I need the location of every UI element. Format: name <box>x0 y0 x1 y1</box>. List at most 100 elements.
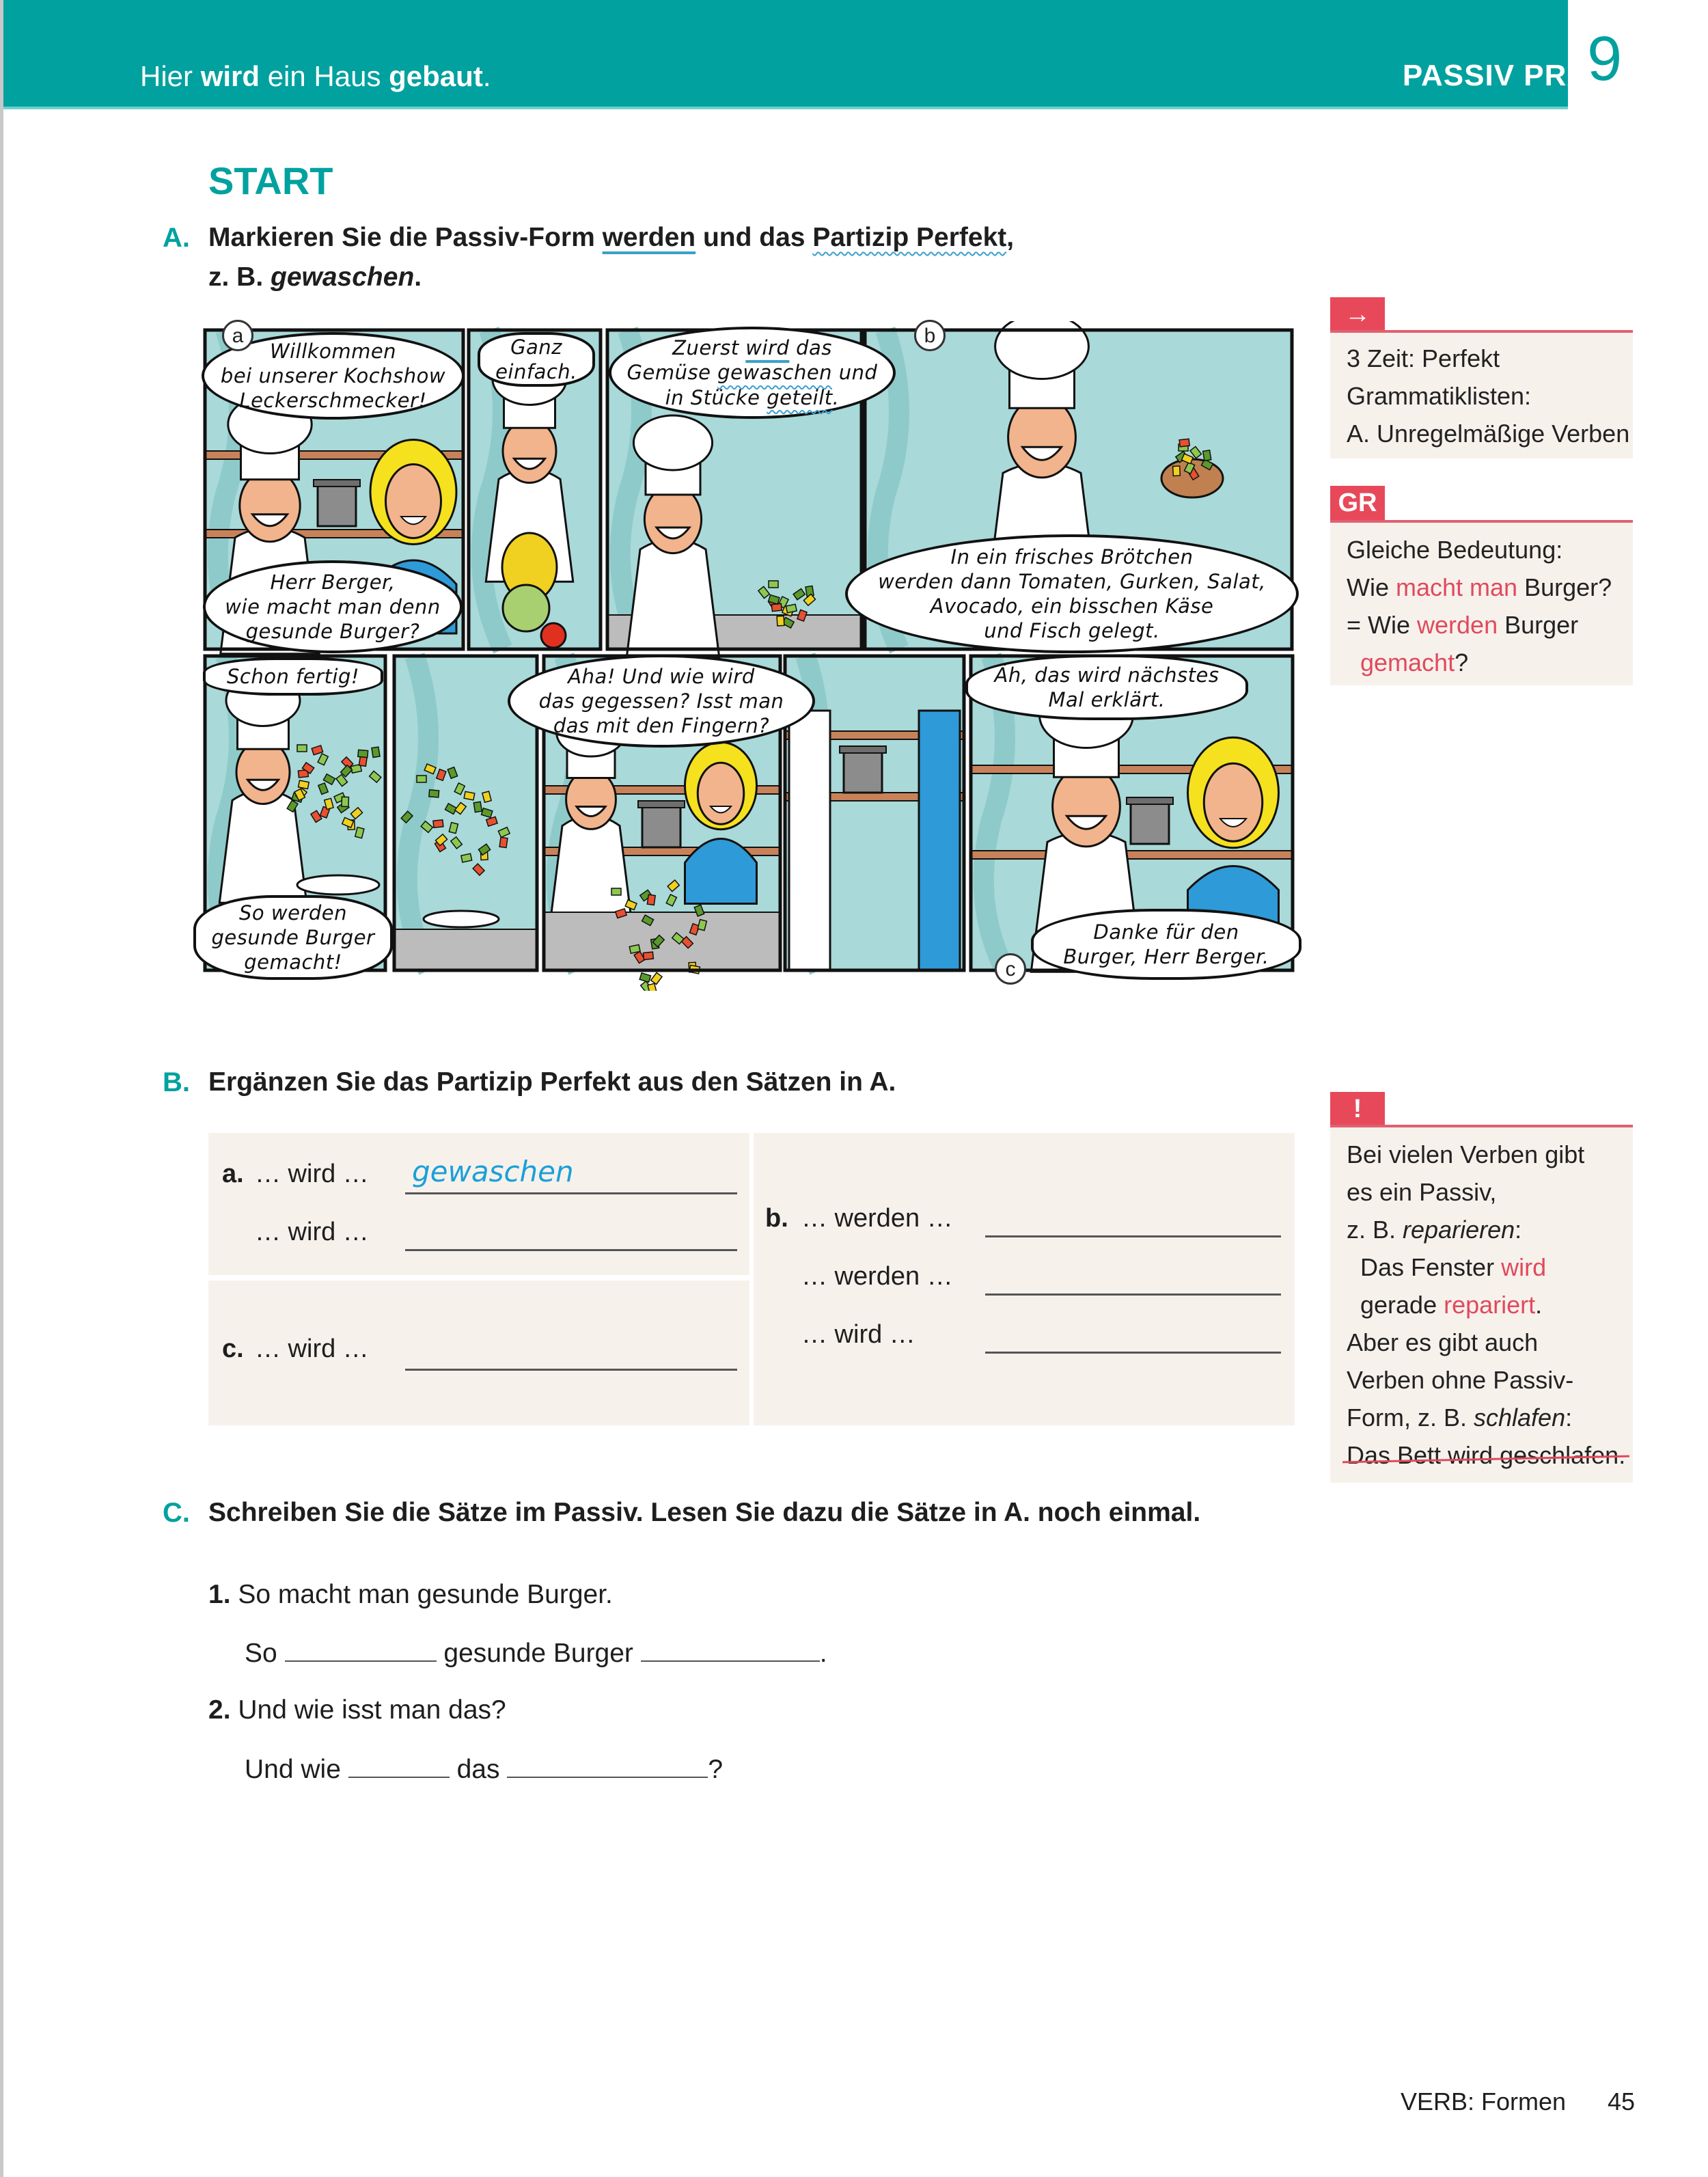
divider <box>1330 1125 1633 1127</box>
answer-blank[interactable] <box>640 1637 820 1662</box>
plate <box>422 909 500 929</box>
pot <box>842 750 883 794</box>
bubble-line: einfach. <box>495 360 577 383</box>
answer-line[interactable] <box>985 1293 1281 1296</box>
reference-line: Grammatiklisten: <box>1347 382 1532 410</box>
vegetable-piece <box>1179 438 1190 448</box>
grammar-line: gemacht? <box>1347 644 1633 681</box>
answer-blank[interactable] <box>348 1753 450 1778</box>
vegetable-piece <box>297 744 307 752</box>
text-italic: reparieren <box>1403 1216 1515 1244</box>
vegetable-piece <box>611 888 622 896</box>
vegetable-piece <box>776 615 785 627</box>
highlight: macht man <box>1396 573 1518 601</box>
vegetable-piece <box>771 603 783 612</box>
text: . <box>1535 1291 1543 1319</box>
chef-hat-top <box>632 414 714 471</box>
answer-line[interactable] <box>405 1369 737 1371</box>
tomato <box>540 622 567 649</box>
answer-blank[interactable] <box>507 1753 708 1778</box>
text: = Wie <box>1347 611 1418 639</box>
answer-line[interactable] <box>985 1235 1281 1237</box>
bubble-line: Mal erklärt. <box>1048 688 1166 711</box>
bubble-line: und Fisch gelegt. <box>984 619 1160 643</box>
bubble-line: gemacht! <box>244 950 342 974</box>
text: , <box>1006 223 1015 252</box>
vegetable-piece <box>432 819 444 829</box>
highlight: wird <box>1501 1253 1547 1281</box>
chef-figure-side <box>788 709 831 972</box>
woman-face <box>1202 762 1264 843</box>
bubble-line: Willkommen <box>269 339 397 363</box>
text: ? <box>708 1755 724 1784</box>
text: ? <box>1455 648 1469 676</box>
exercise-a-label: A. <box>163 223 190 253</box>
pot <box>1129 802 1170 845</box>
bubble-line: Burger, Herr Berger. <box>1063 945 1269 968</box>
speech-bubble-next: Äh, das wird nächstes Mal erklärt. <box>965 655 1248 720</box>
text: gerade <box>1360 1291 1444 1319</box>
vegetable-piece <box>357 749 369 758</box>
exercise-c-label: C. <box>163 1498 190 1528</box>
answer-line[interactable] <box>405 1249 737 1251</box>
vegetable-piece <box>785 603 798 614</box>
text: Markieren Sie die Passiv-Form <box>208 223 603 252</box>
example-word: gewaschen <box>271 262 415 292</box>
shelf <box>970 850 1293 860</box>
pot-lid <box>313 479 361 487</box>
woman-figure-side <box>918 709 961 972</box>
note-line: Aber es gibt auch <box>1347 1328 1539 1356</box>
vegetable-piece <box>341 796 350 808</box>
text: Zuerst <box>672 336 746 360</box>
highlight: werden <box>1417 611 1498 639</box>
sentence-text: So macht man gesunde Burger. <box>238 1580 613 1609</box>
exercise-b-label: B. <box>163 1067 190 1097</box>
chef-face <box>1007 396 1077 479</box>
vegetable-piece <box>463 791 476 801</box>
text: das <box>789 336 832 360</box>
note-line: Form, z. B. schlafen: <box>1347 1399 1633 1436</box>
chapter-header-bar <box>3 0 1568 109</box>
vegetable-piece <box>768 580 779 588</box>
answer-sentence-2: Und wie das ? <box>245 1753 723 1785</box>
vegetable-piece <box>499 836 508 849</box>
answer-sentence-1: So gesunde Burger . <box>245 1637 827 1669</box>
bubble-line: werden dann Tomaten, Gurken, Salat, <box>878 569 1266 593</box>
item-b-prompt: … wird … <box>801 1320 915 1349</box>
sentence-1: 1. So macht man gesunde Burger. <box>208 1580 613 1610</box>
bubble-line: gesunde Burger? <box>245 620 420 644</box>
text: So <box>245 1639 277 1668</box>
text: Burger? <box>1517 573 1612 601</box>
item-a-answer[interactable]: gewaschen <box>412 1155 574 1188</box>
panel-label-b: b <box>914 320 946 351</box>
arrow-right-icon: → <box>1330 297 1385 331</box>
vegetable-piece <box>297 780 310 790</box>
item-b-label: b. <box>765 1204 788 1233</box>
answer-line[interactable] <box>405 1192 737 1194</box>
vegetable-piece <box>1172 465 1181 477</box>
header-example-sentence: Hier wird ein Haus gebaut. <box>140 60 491 93</box>
bubble-line: In ein frisches Brötchen <box>950 545 1194 569</box>
bubble-line: Ganz <box>510 335 562 359</box>
note-line: z. B. reparieren: <box>1347 1211 1633 1248</box>
grammar-box: GR Gleiche Bedeutung: Wie macht man Burg… <box>1330 486 1633 685</box>
speech-bubble-done: Schon fertig! <box>203 657 383 696</box>
chef-face <box>1051 765 1121 848</box>
text: gesunde Burger <box>443 1639 633 1668</box>
bubble-line: Schon fertig! <box>226 664 359 688</box>
note-line: gerade repariert. <box>1347 1286 1633 1324</box>
bubble-line: Avocado, ein bisschen Käse <box>930 594 1214 618</box>
speech-bubble-question: Herr Berger, wie macht man denn gesunde Bu… <box>203 560 463 653</box>
chef-jacket <box>549 814 633 922</box>
answer-line[interactable] <box>985 1352 1281 1354</box>
text: Das Fenster <box>1360 1253 1502 1281</box>
text: Burger <box>1498 611 1579 639</box>
answer-blank[interactable] <box>284 1637 437 1662</box>
text: . <box>482 60 491 92</box>
speech-bubble-thanks: Danke für den Burger, Herr Berger. <box>1031 909 1301 980</box>
vegetable-piece <box>639 972 652 983</box>
footer-section: VERB: Formen <box>1401 2087 1567 2116</box>
underlined-wird: wird <box>745 336 790 360</box>
text: . <box>819 1639 827 1668</box>
speech-bubble-eat: Aha! Und wie wird das gegessen? Isst man d… <box>508 655 815 748</box>
